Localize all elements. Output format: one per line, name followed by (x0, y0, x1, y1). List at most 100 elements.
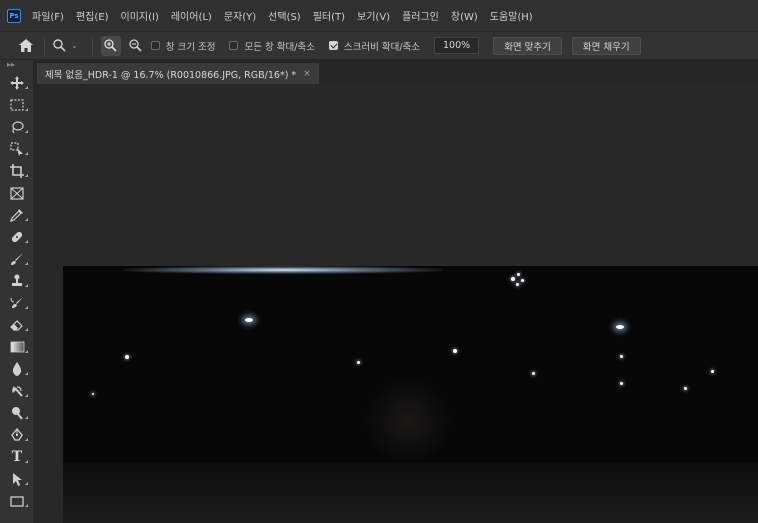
tool-group-indicator (25, 86, 28, 89)
blur-tool[interactable] (0, 358, 34, 380)
panel-collapse-icon[interactable]: ▸▸ (0, 60, 33, 72)
options-separator (44, 36, 45, 55)
tool-group-indicator (25, 152, 28, 155)
menu-image[interactable]: 이미지(I) (121, 8, 159, 23)
menu-bar: Ps 파일(F) 편집(E) 이미지(I) 레이어(L) 문자(Y) 선택(S)… (0, 0, 758, 31)
checkbox-box[interactable] (150, 41, 160, 50)
menu-help[interactable]: 도움말(H) (490, 8, 533, 23)
pen-tool[interactable] (0, 424, 34, 446)
dodge-icon (12, 386, 23, 397)
scrubby-zoom-label: 스크러비 확대/축소 (343, 41, 421, 53)
light-dot (620, 355, 623, 358)
fill-screen-button[interactable]: 화면 채우기 (571, 36, 641, 55)
zoom-in-icon (104, 39, 117, 52)
image-shadow-region (363, 376, 453, 466)
tool-group-indicator (25, 438, 28, 441)
tool-group-indicator (25, 218, 28, 221)
marquee-icon (10, 99, 24, 111)
healing-brush-tool[interactable] (0, 226, 34, 248)
object-select-icon (10, 142, 23, 156)
stamp-icon (12, 274, 22, 286)
tool-group-indicator (25, 482, 28, 485)
type-icon: T (11, 449, 23, 465)
marquee-tool[interactable] (0, 94, 34, 116)
tool-group-indicator (25, 372, 28, 375)
close-icon[interactable]: × (303, 69, 311, 79)
eraser-icon (10, 320, 23, 331)
ceiling-light (245, 318, 253, 322)
menu-plugins[interactable]: 플러그인 (402, 8, 439, 23)
menu-type[interactable]: 문자(Y) (224, 8, 256, 23)
light-dot (511, 277, 515, 281)
zoom-in-button[interactable] (100, 35, 121, 56)
resize-windows-label: 창 크기 조정 (165, 41, 216, 53)
menu-layer[interactable]: 레이어(L) (171, 8, 212, 23)
menu-file[interactable]: 파일(F) (32, 8, 64, 23)
dodge-tool[interactable] (0, 380, 34, 402)
move-tool[interactable] (0, 72, 34, 94)
rectangle-icon (10, 495, 24, 507)
clone-stamp-tool[interactable] (0, 270, 34, 292)
tools-panel: ▸▸ T (0, 60, 34, 523)
checkbox-box-checked[interactable] (328, 41, 338, 50)
zoom-percent-field[interactable]: 100% (434, 37, 480, 54)
light-dot (684, 387, 687, 390)
tool-group-indicator (25, 504, 28, 507)
document-image[interactable] (63, 266, 758, 523)
tool-group-indicator (25, 394, 28, 397)
canvas-workspace[interactable] (35, 84, 758, 523)
menu-select[interactable]: 선택(S) (268, 8, 301, 23)
light-dot (453, 349, 457, 353)
light-dot (532, 372, 535, 375)
light-dot (521, 279, 524, 282)
eyedropper-tool[interactable] (0, 204, 34, 226)
tool-group-indicator (25, 460, 28, 463)
image-floor-region (63, 463, 758, 523)
menu-edit[interactable]: 편집(E) (76, 8, 109, 23)
path-select-tool[interactable] (0, 468, 34, 490)
menu-window[interactable]: 창(W) (451, 8, 478, 23)
document-tab[interactable]: 제목 없음_HDR-1 @ 16.7% (R0010866.JPG, RGB/1… (37, 63, 319, 84)
type-tool[interactable]: T (0, 446, 34, 468)
checkbox-box[interactable] (229, 41, 239, 50)
gradient-tool[interactable] (0, 336, 34, 358)
history-brush-tool[interactable] (0, 292, 34, 314)
options-separator (91, 36, 93, 55)
object-select-tool[interactable] (0, 138, 34, 160)
tool-group-indicator (25, 284, 28, 287)
tool-group-indicator (25, 240, 28, 243)
pen-icon (11, 428, 23, 441)
light-dot (620, 382, 623, 385)
burn-tool[interactable] (0, 402, 34, 424)
light-dot (92, 393, 94, 395)
crop-tool[interactable] (0, 160, 34, 182)
frame-tool[interactable] (0, 182, 34, 204)
tool-group-indicator (25, 108, 28, 111)
zoom-tool-preset[interactable]: ⌄ (53, 39, 78, 52)
zoom-out-button[interactable] (126, 36, 146, 56)
eraser-tool[interactable] (0, 314, 34, 336)
tool-group-indicator (25, 130, 28, 133)
lasso-tool[interactable] (0, 116, 34, 138)
menu-filter[interactable]: 필터(T) (313, 8, 345, 23)
resize-windows-checkbox[interactable]: 창 크기 조정 (150, 39, 216, 53)
light-dot (711, 370, 714, 373)
healing-brush-icon (11, 231, 23, 243)
menu-view[interactable]: 보기(V) (357, 8, 390, 23)
rectangle-tool[interactable] (0, 490, 34, 512)
scrubby-zoom-checkbox[interactable]: 스크러비 확대/축소 (328, 39, 421, 53)
tool-group-indicator (25, 262, 28, 265)
photoshop-logo-icon: Ps (7, 8, 21, 23)
fit-screen-button[interactable]: 화면 맞추기 (493, 36, 562, 55)
tool-group-indicator (25, 328, 28, 331)
burn-icon (12, 407, 23, 420)
zoom-out-icon (129, 39, 142, 52)
tool-group-indicator (25, 306, 28, 309)
path-select-icon (13, 473, 22, 486)
options-bar: ⌄ 창 크기 조정 모든 창 확대/축소 스크러비 확대/축소 100% 화면 … (0, 31, 758, 60)
zoom-all-windows-checkbox[interactable]: 모든 창 확대/축소 (229, 39, 315, 53)
crop-icon (10, 164, 24, 178)
brush-tool[interactable] (0, 248, 34, 270)
document-tab-title: 제목 없음_HDR-1 @ 16.7% (R0010866.JPG, RGB/1… (45, 69, 297, 81)
home-icon[interactable] (16, 36, 36, 56)
